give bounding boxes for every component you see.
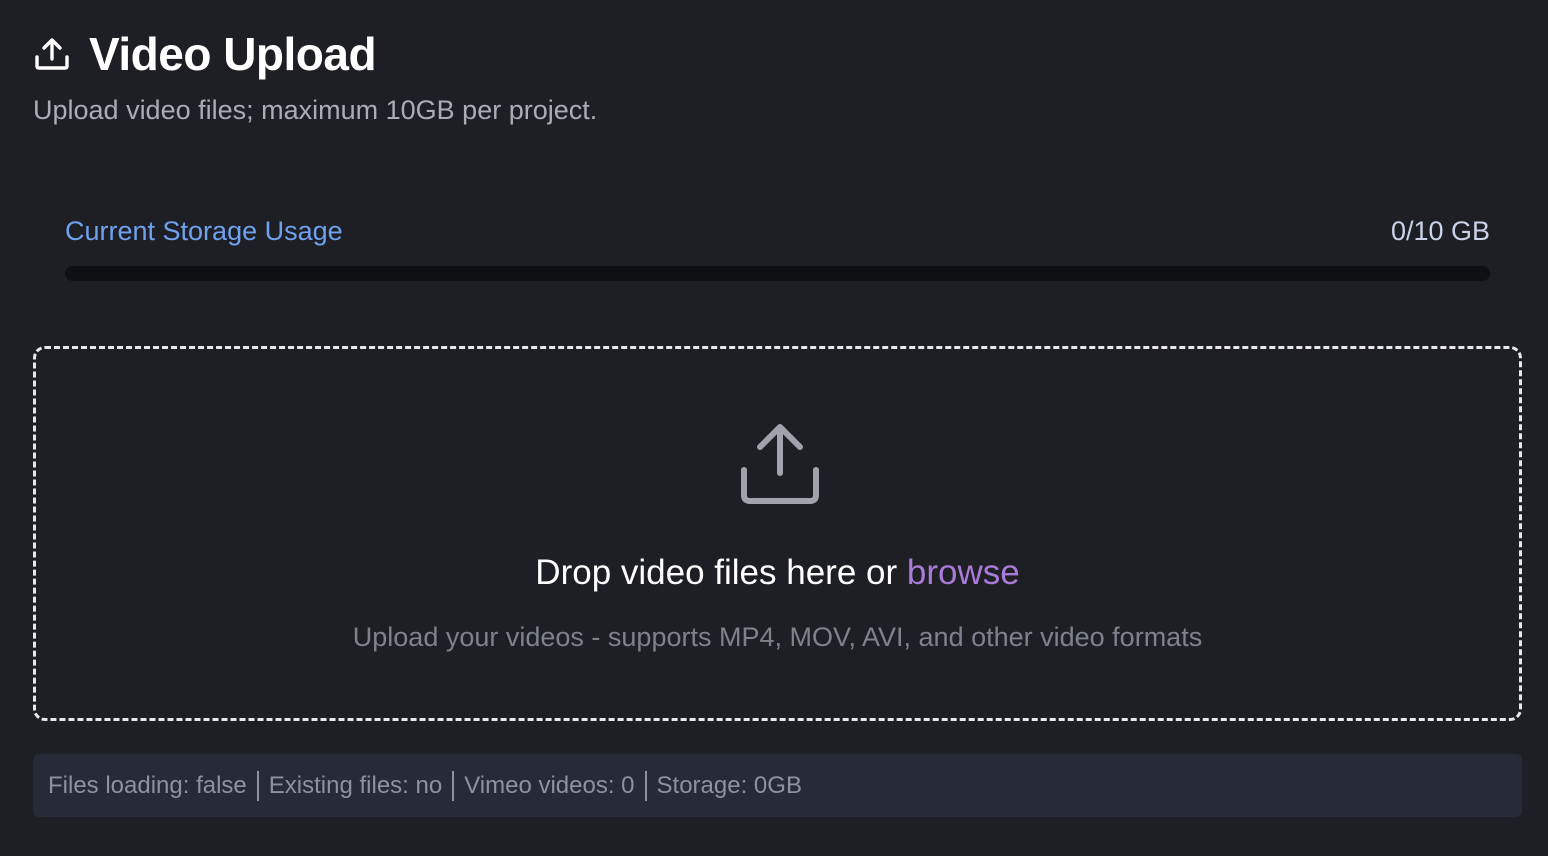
dropzone-prompt-text: Drop video files here or — [535, 553, 907, 592]
status-vimeo-videos: Vimeo videos: 0 — [464, 771, 635, 799]
status-divider — [452, 770, 455, 801]
dropzone-prompt: Drop video files here or browse — [36, 551, 1519, 595]
storage-usage: Current Storage Usage 0/10 GB — [65, 212, 1490, 281]
page-title: Video Upload — [89, 28, 377, 80]
page-header: Video Upload — [33, 26, 377, 82]
upload-icon — [33, 35, 71, 73]
storage-progress-bar — [65, 266, 1490, 281]
status-divider — [256, 770, 259, 801]
status-divider — [644, 770, 647, 801]
storage-usage-label: Current Storage Usage — [65, 215, 343, 246]
video-dropzone[interactable]: Drop video files here or browse Upload y… — [33, 346, 1522, 721]
browse-link[interactable]: browse — [907, 553, 1020, 592]
debug-status-bar: Files loading: false Existing files: no … — [33, 754, 1522, 817]
status-existing-files: Existing files: no — [268, 771, 443, 799]
status-files-loading: Files loading: false — [48, 771, 247, 799]
storage-usage-header: Current Storage Usage 0/10 GB — [65, 212, 1490, 250]
upload-icon — [739, 423, 821, 505]
storage-usage-value: 0/10 GB — [1390, 215, 1490, 246]
video-upload-page: Video Upload Upload video files; maximum… — [0, 0, 1548, 856]
status-storage: Storage: 0GB — [656, 771, 802, 799]
page-subtitle: Upload video files; maximum 10GB per pro… — [33, 95, 598, 125]
dropzone-hint: Upload your videos - supports MP4, MOV, … — [352, 622, 1203, 652]
